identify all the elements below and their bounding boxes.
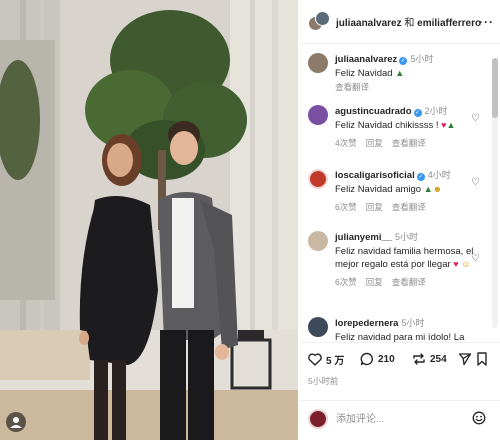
christmas-tree-icon: ▲ <box>446 120 456 130</box>
comment-username[interactable]: loscaligarisoficial <box>335 170 415 181</box>
comment-text: Feliz navidad para mi ídolo! La <box>335 332 465 342</box>
comment-username[interactable]: julianyemi__ <box>335 232 392 243</box>
post-side-panel: juliaanalvarez 和 emiliafferrero ··· juli… <box>300 0 500 440</box>
photo-illustration <box>0 0 298 440</box>
like-comment-icon[interactable]: ♡ <box>471 177 480 188</box>
comment-input[interactable] <box>336 411 456 427</box>
see-translation-link[interactable]: 查看翻译 <box>392 138 426 148</box>
comment-text: Feliz Navidad amigo <box>335 184 422 195</box>
caption-text: Feliz Navidad <box>335 68 393 79</box>
comments-scrollbar[interactable] <box>492 58 498 328</box>
like-button[interactable]: 5 万 <box>308 352 344 367</box>
avatar[interactable] <box>308 231 328 251</box>
more-horizontal-icon[interactable]: ··· <box>479 15 494 29</box>
post-header: juliaanalvarez 和 emiliafferrero ··· <box>300 0 500 44</box>
photo-account-icon[interactable] <box>6 412 26 432</box>
caption-username[interactable]: juliaanalvarez <box>335 54 397 65</box>
avatar[interactable] <box>308 409 328 429</box>
add-comment-bar <box>300 400 500 440</box>
caption-time[interactable]: 5小时 <box>410 54 433 64</box>
verified-icon: ✓ <box>399 57 408 65</box>
comment-username[interactable]: lorepedernera <box>335 318 398 329</box>
repost-icon <box>413 353 425 365</box>
see-translation-link[interactable]: 查看翻译 <box>392 202 426 212</box>
reply-link[interactable]: 回复 <box>366 138 383 148</box>
avatar[interactable] <box>308 169 328 189</box>
comment-button[interactable]: 210 <box>360 352 395 366</box>
comment-time[interactable]: 5小时 <box>395 232 418 242</box>
comment-likes[interactable]: 4次赞 <box>335 138 357 148</box>
comment-icon <box>360 352 373 366</box>
see-translation-link[interactable]: 查看翻译 <box>335 82 369 92</box>
header-and: 和 <box>404 18 415 29</box>
collab-avatars[interactable] <box>308 10 330 33</box>
christmas-tree-icon: ▲ <box>423 184 433 194</box>
avatar[interactable] <box>308 105 328 125</box>
send-icon <box>458 353 472 366</box>
avatar[interactable] <box>315 10 330 26</box>
heart-icon <box>308 353 322 366</box>
like-count[interactable]: 5 万 <box>326 352 344 367</box>
reply-link[interactable]: 回复 <box>366 202 383 212</box>
reply-link[interactable]: 回复 <box>366 277 383 287</box>
avatar[interactable] <box>308 53 328 73</box>
post-timestamp[interactable]: 5小时前 <box>308 375 338 387</box>
bookmark-button[interactable] <box>476 352 488 371</box>
christmas-tree-icon: ▲ <box>395 68 405 78</box>
comment-time[interactable]: 4小时 <box>428 170 451 180</box>
heart-eyes-emoji-icon: ☺ <box>461 259 471 269</box>
bookmark-icon <box>477 352 487 366</box>
verified-icon: ✓ <box>416 173 425 181</box>
scrollbar-thumb[interactable] <box>492 58 498 118</box>
comment-time[interactable]: 2小时 <box>425 106 448 116</box>
header-username-a[interactable]: juliaanalvarez <box>336 18 402 29</box>
emoji-picker-icon[interactable] <box>472 411 486 430</box>
header-username-b[interactable]: emiliafferrero <box>417 18 481 29</box>
repost-button[interactable]: 254 <box>412 352 447 366</box>
verified-icon: ✓ <box>413 109 422 117</box>
share-count[interactable]: 254 <box>430 354 447 365</box>
post-actions: 5 万 210 254 <box>300 342 500 372</box>
like-comment-icon[interactable]: ♡ <box>471 253 480 264</box>
post-photo[interactable] <box>0 0 298 440</box>
share-button[interactable] <box>458 352 476 366</box>
collab-title: juliaanalvarez 和 emiliafferrero <box>336 14 481 29</box>
comment-time[interactable]: 5小时 <box>401 318 424 328</box>
comment-likes[interactable]: 6次赞 <box>335 277 357 287</box>
comment-count[interactable]: 210 <box>378 354 395 365</box>
avatar[interactable] <box>308 317 328 337</box>
heart-emoji-icon: ♥ <box>453 259 459 269</box>
comment-username[interactable]: agustincuadrado <box>335 106 412 117</box>
comment-text: Feliz Navidad chikissss ! <box>335 120 439 131</box>
see-translation-link[interactable]: 查看翻译 <box>392 277 426 287</box>
hug-emoji-icon: ☻ <box>432 184 443 194</box>
comments-list[interactable]: juliaanalvarez ✓ 5小时 Feliz Navidad ▲ 查看翻译 … <box>300 45 490 342</box>
comment-likes[interactable]: 6次赞 <box>335 202 357 212</box>
like-comment-icon[interactable]: ♡ <box>471 113 480 124</box>
